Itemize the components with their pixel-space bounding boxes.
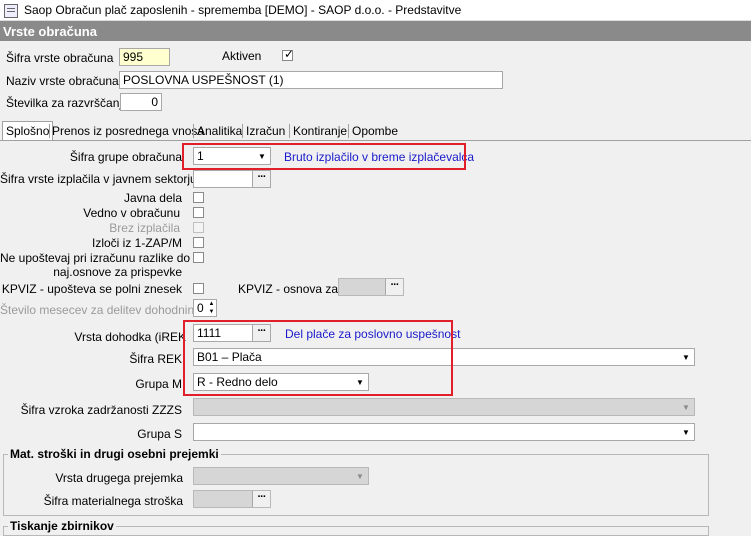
grupas-label: Grupa S [137, 427, 182, 441]
chevron-down-icon: ▼ [682, 402, 690, 412]
izloci-label: Izloči iz 1-ZAP/M [91, 236, 182, 250]
window-title: Saop Obračun plač zaposlenih - sprememba… [24, 3, 462, 17]
naziv-input[interactable]: POSLOVNA USPEŠNOST (1) [119, 71, 503, 89]
naziv-label: Naziv vrste obračuna [6, 74, 119, 88]
vzrok-select[interactable]: ▼ [193, 398, 695, 416]
dohodek-label: Vrsta dohodka (iREK [74, 330, 186, 344]
grupa-label: Šifra grupe obračuna [69, 150, 182, 164]
tab-strip: Splošno Prenos iz posrednega vnosa Anali… [0, 121, 751, 141]
spin-arrows-icon[interactable]: ▲ ▼ [207, 300, 216, 316]
app-icon [4, 4, 18, 18]
tiskanje-legend: Tiskanje zbirnikov [8, 519, 116, 533]
lookup-button[interactable]: ··· [252, 171, 270, 187]
aktiven-checkbox[interactable]: ✓ [282, 47, 295, 61]
sifra-input[interactable]: 995 [119, 48, 170, 66]
grupam-label: Grupa M [135, 377, 182, 391]
javna-dela-label: Javna dela [123, 191, 182, 205]
kpviz-checkbox[interactable] [193, 283, 204, 294]
strosek-label: Šifra materialnega stroška [43, 494, 183, 508]
chevron-down-icon: ▼ [682, 352, 690, 362]
neupostevaj-label-1: Ne upoštevaj pri izračunu razlike do [0, 251, 191, 265]
prejemek-label: Vrsta drugega prejemka [55, 471, 183, 485]
section-title: Vrste obračuna [3, 24, 97, 39]
window-titlebar: Saop Obračun plač zaposlenih - sprememba… [0, 0, 751, 21]
kpviz-osnova-label: KPVIZ - osnova zap. [238, 282, 349, 296]
javna-dela-checkbox[interactable] [193, 192, 204, 203]
lookup-button[interactable]: ··· [252, 491, 270, 507]
vzrok-label: Šifra vzroka zadržanosti ZZZS [20, 403, 182, 417]
brez-label: Brez izplačila [109, 221, 180, 235]
mesecev-value: 0 [197, 301, 204, 315]
tab-izracun[interactable]: Izračun [246, 122, 285, 139]
prejemek-select[interactable]: ▼ [193, 467, 369, 485]
stevilka-input[interactable]: 0 [120, 93, 162, 111]
grupas-select[interactable]: ▼ [193, 423, 695, 441]
highlight-box-grupa [182, 143, 466, 170]
highlight-box-dohodek [183, 320, 453, 396]
checkmark-icon: ✓ [284, 47, 295, 61]
lookup-button[interactable]: ··· [385, 279, 403, 295]
mat-stroski-legend: Mat. stroški in drugi osebni prejemki [8, 447, 221, 461]
stevilka-label: Številka za razvrščanje [6, 96, 129, 110]
tab-prenos[interactable]: Prenos iz posrednega vnosa [52, 122, 204, 139]
vedno-label: Vedno v obračunu [83, 206, 180, 220]
strosek-input[interactable]: ··· [193, 490, 271, 508]
chevron-down-icon: ▼ [356, 471, 364, 481]
izplacila-label: Šifra vrste izplačila v javnem sektorju [0, 172, 197, 186]
mesecev-spinner[interactable]: 0 ▲ ▼ [193, 299, 217, 317]
tab-splosno[interactable]: Splošno [2, 121, 54, 140]
tab-analitika[interactable]: Analitika [197, 122, 242, 139]
rek-label: Šifra REK [129, 352, 182, 366]
kpviz-label: KPVIZ - upošteva se polni znesek [1, 282, 182, 296]
neupostevaj-checkbox[interactable] [193, 252, 204, 263]
vedno-checkbox[interactable] [193, 207, 204, 218]
tab-kontiranje[interactable]: Kontiranje [293, 122, 347, 139]
aktiven-label: Aktiven [222, 49, 262, 63]
izloci-checkbox[interactable] [193, 237, 204, 248]
tab-opombe[interactable]: Opombe [352, 122, 398, 139]
mesecev-label: Število mesecev za delitev dohodnine: [0, 303, 205, 317]
sifra-label: Šifra vrste obračuna [6, 51, 114, 65]
brez-checkbox [193, 222, 204, 233]
izplacila-input[interactable]: ··· [193, 170, 271, 188]
kpviz-osnova-input[interactable]: ··· [338, 278, 404, 296]
section-header: Vrste obračuna [0, 21, 751, 41]
chevron-down-icon: ▼ [682, 427, 690, 437]
neupostevaj-label-2: naj.osnove za prispevke [53, 265, 182, 279]
